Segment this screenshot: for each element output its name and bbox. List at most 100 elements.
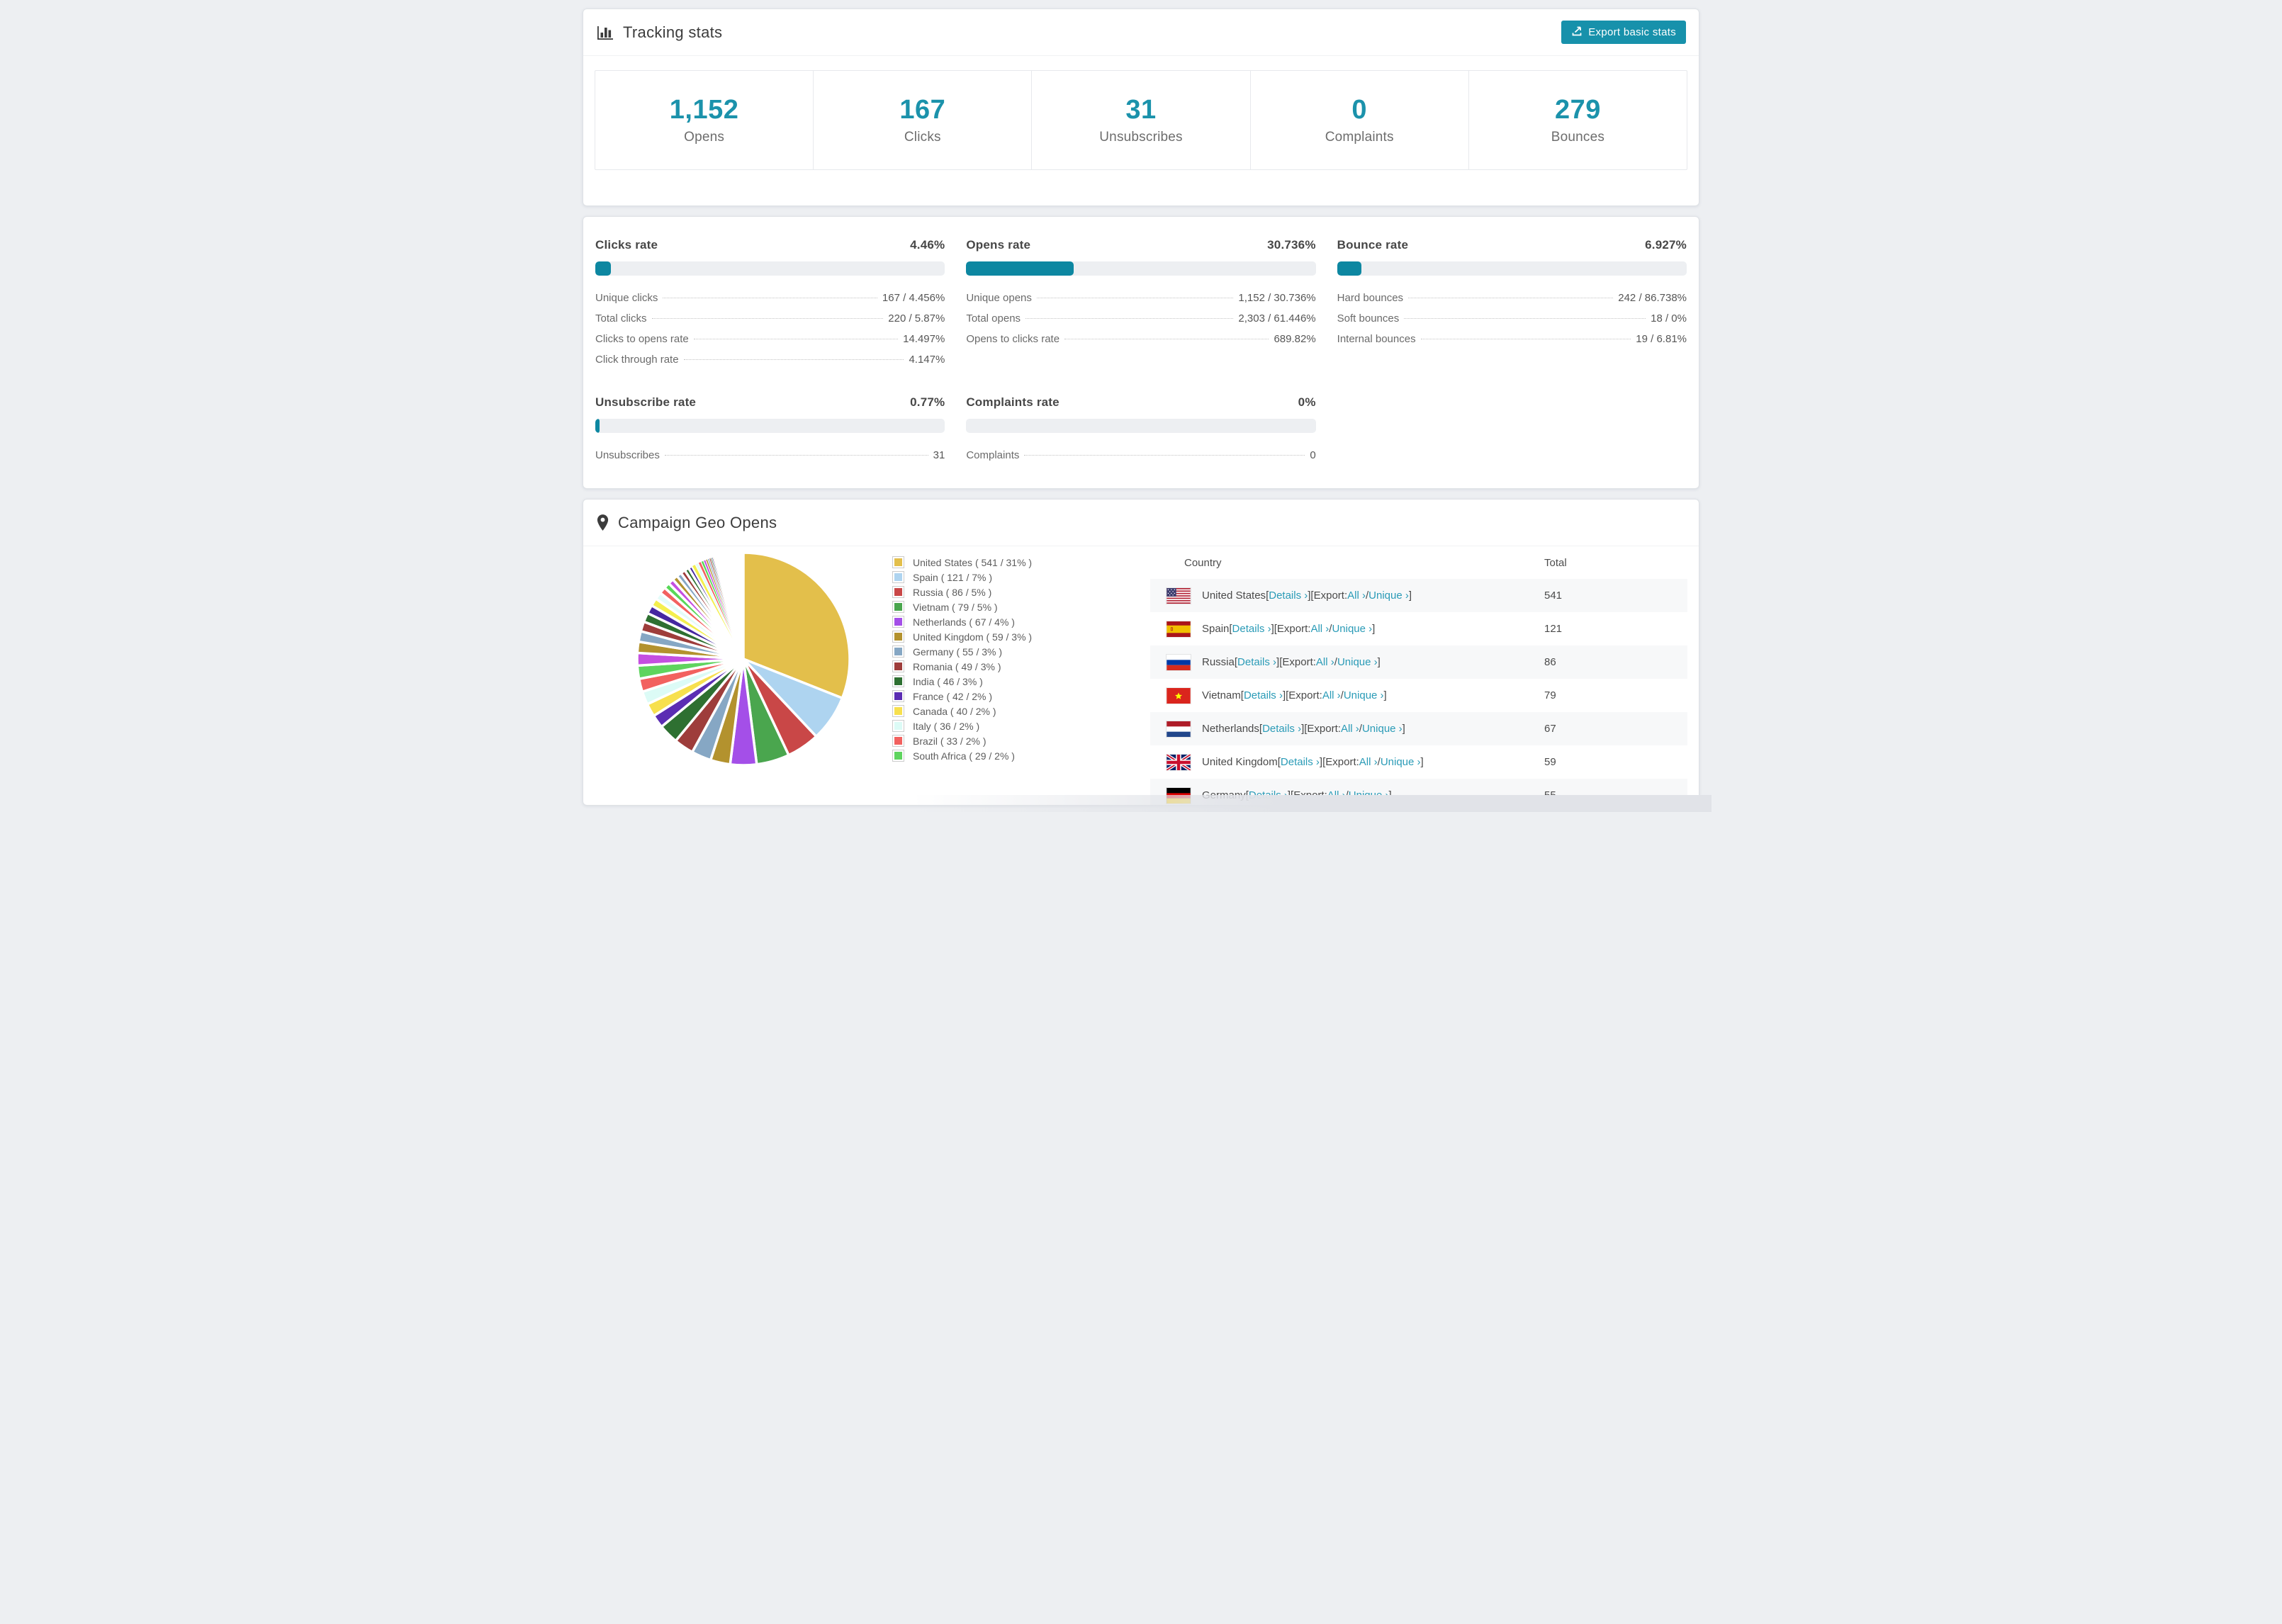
- dotted-leader: [651, 318, 884, 319]
- stat-value: 1,152: [669, 95, 739, 125]
- export-all-link[interactable]: All ›: [1316, 656, 1334, 668]
- export-unique-link[interactable]: Unique ›: [1368, 590, 1409, 602]
- geo-row-netherlands: Netherlands [Details ›] [Export: All › /…: [1150, 712, 1687, 745]
- rate-item-label: Total opens: [966, 312, 1021, 325]
- legend-label: Germany ( 55 / 3% ): [913, 645, 1003, 658]
- stat-value: 167: [899, 95, 946, 125]
- legend-swatch: [892, 735, 904, 747]
- country-name: United States: [1202, 590, 1266, 602]
- tracking-stats-header: Tracking stats Export basic stats: [583, 9, 1699, 56]
- legend-item-italy: Italy ( 36 / 2% ): [892, 718, 1140, 733]
- details-link[interactable]: Details ›: [1249, 789, 1288, 801]
- us-flag-icon: [1167, 587, 1191, 604]
- legend-label: France ( 42 / 2% ): [913, 690, 993, 702]
- rate-item-value: 220 / 5.87%: [888, 312, 945, 325]
- rate-item-click-through-rate: Click through rate 4.147%: [595, 354, 945, 374]
- export-unique-link[interactable]: Unique ›: [1362, 723, 1403, 735]
- country-column-header: Country: [1184, 556, 1222, 569]
- rate-title: Unsubscribe rate: [595, 395, 697, 409]
- details-link[interactable]: Details ›: [1269, 590, 1308, 602]
- export-all-link[interactable]: All ›: [1341, 723, 1359, 735]
- export-all-link[interactable]: All ›: [1359, 756, 1378, 768]
- rate-item-total-clicks: Total clicks 220 / 5.87%: [595, 312, 945, 333]
- rate-item-label: Click through rate: [595, 354, 679, 366]
- rate-item-unique-clicks: Unique clicks 167 / 4.456%: [595, 292, 945, 312]
- stats-row: 1,152 Opens 167 Clicks 31 Unsubscribes 0 Compla…: [595, 70, 1687, 170]
- bracket: ]: [1420, 756, 1424, 768]
- rate-item-label: Unique clicks: [595, 292, 658, 304]
- details-link[interactable]: Details ›: [1281, 756, 1320, 768]
- export-basic-stats-button[interactable]: Export basic stats: [1561, 21, 1686, 44]
- legend-item-united-kingdom: United Kingdom ( 59 / 3% ): [892, 629, 1140, 644]
- legend-swatch: [892, 720, 904, 732]
- export-all-link[interactable]: All ›: [1310, 623, 1329, 635]
- export-icon: [1571, 26, 1583, 40]
- rates-panel: Clicks rate 4.46% Unique clicks 167 / 4.456…: [583, 216, 1699, 489]
- rate-value: 0.77%: [910, 395, 945, 409]
- stat-label: Complaints: [1325, 130, 1394, 145]
- legend-swatch: [892, 750, 904, 762]
- legend-label: Italy ( 36 / 2% ): [913, 720, 980, 732]
- export-all-link[interactable]: All ›: [1327, 789, 1346, 801]
- export-label: Export:: [1282, 656, 1316, 668]
- legend-swatch: [892, 616, 904, 628]
- geo-row-total: 86: [1544, 656, 1556, 668]
- rate-item-value: 1,152 / 30.736%: [1238, 292, 1316, 304]
- rate-item-value: 31: [933, 449, 945, 461]
- rate-item-hard-bounces: Hard bounces 242 / 86.738%: [1337, 292, 1687, 312]
- rate-item-clicks-to-opens-rate: Clicks to opens rate 14.497%: [595, 333, 945, 354]
- geo-table-rows: United States [Details ›] [Export: All ›…: [1150, 579, 1687, 805]
- legend-swatch: [892, 690, 904, 702]
- legend-item-france: France ( 42 / 2% ): [892, 689, 1140, 704]
- progress-bar-opens-rate: [966, 261, 1316, 276]
- country-name: United Kingdom: [1202, 756, 1278, 768]
- stat-card-bounces: 279 Bounces: [1468, 71, 1687, 169]
- export-unique-link[interactable]: Unique ›: [1349, 789, 1389, 801]
- stat-value: 31: [1125, 95, 1157, 125]
- legend-item-romania: Romania ( 49 / 3% ): [892, 659, 1140, 674]
- details-link[interactable]: Details ›: [1244, 689, 1283, 701]
- country-name: Spain: [1202, 623, 1230, 635]
- stat-card-unsubscribes: 31 Unsubscribes: [1031, 71, 1249, 169]
- details-link[interactable]: Details ›: [1237, 656, 1276, 668]
- legend-item-india: India ( 46 / 3% ): [892, 674, 1140, 689]
- legend-label: Netherlands ( 67 / 4% ): [913, 616, 1015, 628]
- rate-section-unsubscribe-rate: Unsubscribe rate 0.77% Unsubscribes 31: [595, 395, 945, 470]
- rate-item-label: Unique opens: [966, 292, 1032, 304]
- rate-title: Complaints rate: [966, 395, 1060, 409]
- export-unique-link[interactable]: Unique ›: [1332, 623, 1372, 635]
- rate-item-unique-opens: Unique opens 1,152 / 30.736%: [966, 292, 1315, 312]
- export-label: Export:: [1288, 689, 1322, 701]
- rate-item-value: 689.82%: [1274, 333, 1316, 345]
- rate-item-total-opens: Total opens 2,303 / 61.446%: [966, 312, 1315, 333]
- geo-table-header: Country Total: [1150, 546, 1687, 579]
- details-link[interactable]: Details ›: [1232, 623, 1271, 635]
- geo-opens-pie-chart: [636, 551, 851, 767]
- export-all-link[interactable]: All ›: [1322, 689, 1341, 701]
- rate-item-soft-bounces: Soft bounces 18 / 0%: [1337, 312, 1687, 333]
- progress-bar-bounce-rate: [1337, 261, 1687, 276]
- geo-row-total-cell: 55: [1544, 789, 1687, 801]
- rate-item-value: 4.147%: [909, 354, 945, 366]
- campaign-geo-opens-panel: Campaign Geo Opens United States ( 541 /…: [583, 499, 1699, 806]
- export-unique-link[interactable]: Unique ›: [1381, 756, 1421, 768]
- rate-item-unsubscribes: Unsubscribes 31: [595, 449, 945, 470]
- nl-flag-icon: [1167, 721, 1191, 737]
- export-all-link[interactable]: All ›: [1347, 590, 1366, 602]
- legend-item-brazil: Brazil ( 33 / 2% ): [892, 733, 1140, 748]
- rates-grid: Clicks rate 4.46% Unique clicks 167 / 4.456…: [583, 217, 1699, 488]
- rate-item-value: 18 / 0%: [1651, 312, 1687, 325]
- bar-chart-icon: [596, 23, 614, 42]
- country-name: Germany: [1202, 789, 1246, 801]
- bracket: ]: [1372, 623, 1376, 635]
- progress-bar-fill: [966, 261, 1074, 276]
- details-link[interactable]: Details ›: [1262, 723, 1301, 735]
- legend-swatch: [892, 601, 904, 613]
- legend-label: Russia ( 86 / 5% ): [913, 586, 992, 598]
- geo-row-united-kingdom: United Kingdom [Details ›] [Export: All …: [1150, 745, 1687, 779]
- legend-item-south-africa: South Africa ( 29 / 2% ): [892, 748, 1140, 763]
- export-unique-link[interactable]: Unique ›: [1337, 656, 1378, 668]
- export-unique-link[interactable]: Unique ›: [1344, 689, 1384, 701]
- legend-swatch: [892, 571, 904, 583]
- rate-item-internal-bounces: Internal bounces 19 / 6.81%: [1337, 333, 1687, 354]
